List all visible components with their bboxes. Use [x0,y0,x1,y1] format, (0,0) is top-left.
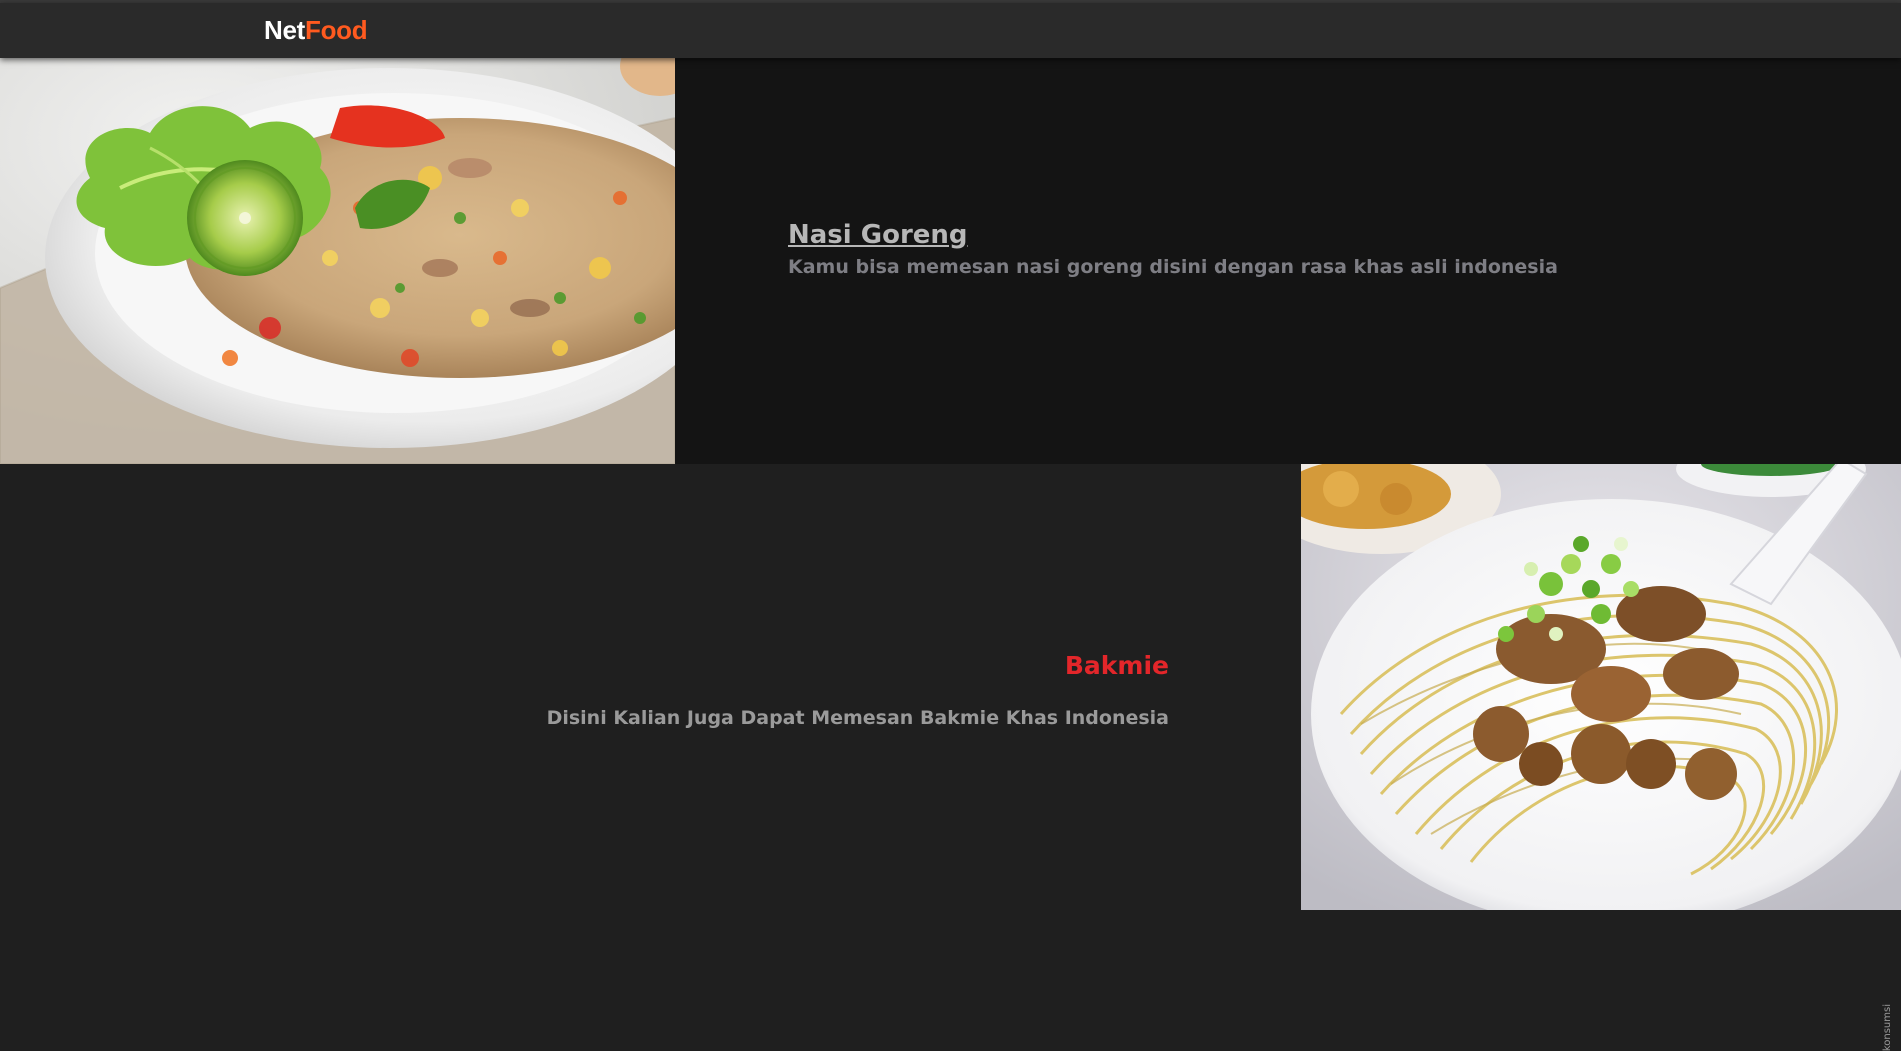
menu-item-nasi-goreng: Nasi Goreng Kamu bisa memesan nasi goren… [0,58,1901,464]
bakmie-image [1301,464,1901,910]
image-watermark: konsumsi [1882,1004,1893,1051]
bakmie-title[interactable]: Bakmie [1065,651,1169,680]
brand-logo-net: Net [264,15,305,45]
menu-item-bakmie: Bakmie Disini Kalian Juga Dapat Memesan … [0,464,1901,1051]
brand-logo[interactable]: NetFood [264,13,368,47]
bakmie-photo-illustration [1301,464,1901,910]
nasi-goreng-photo-illustration [0,58,675,464]
nasi-goreng-title[interactable]: Nasi Goreng [788,220,968,250]
bakmie-description: Disini Kalian Juga Dapat Memesan Bakmie … [546,707,1169,729]
nasi-goreng-description: Kamu bisa memesan nasi goreng disini den… [788,256,1558,278]
navbar: NetFood [0,3,1901,58]
nasi-goreng-image [0,58,675,464]
brand-logo-food: Food [305,15,368,45]
